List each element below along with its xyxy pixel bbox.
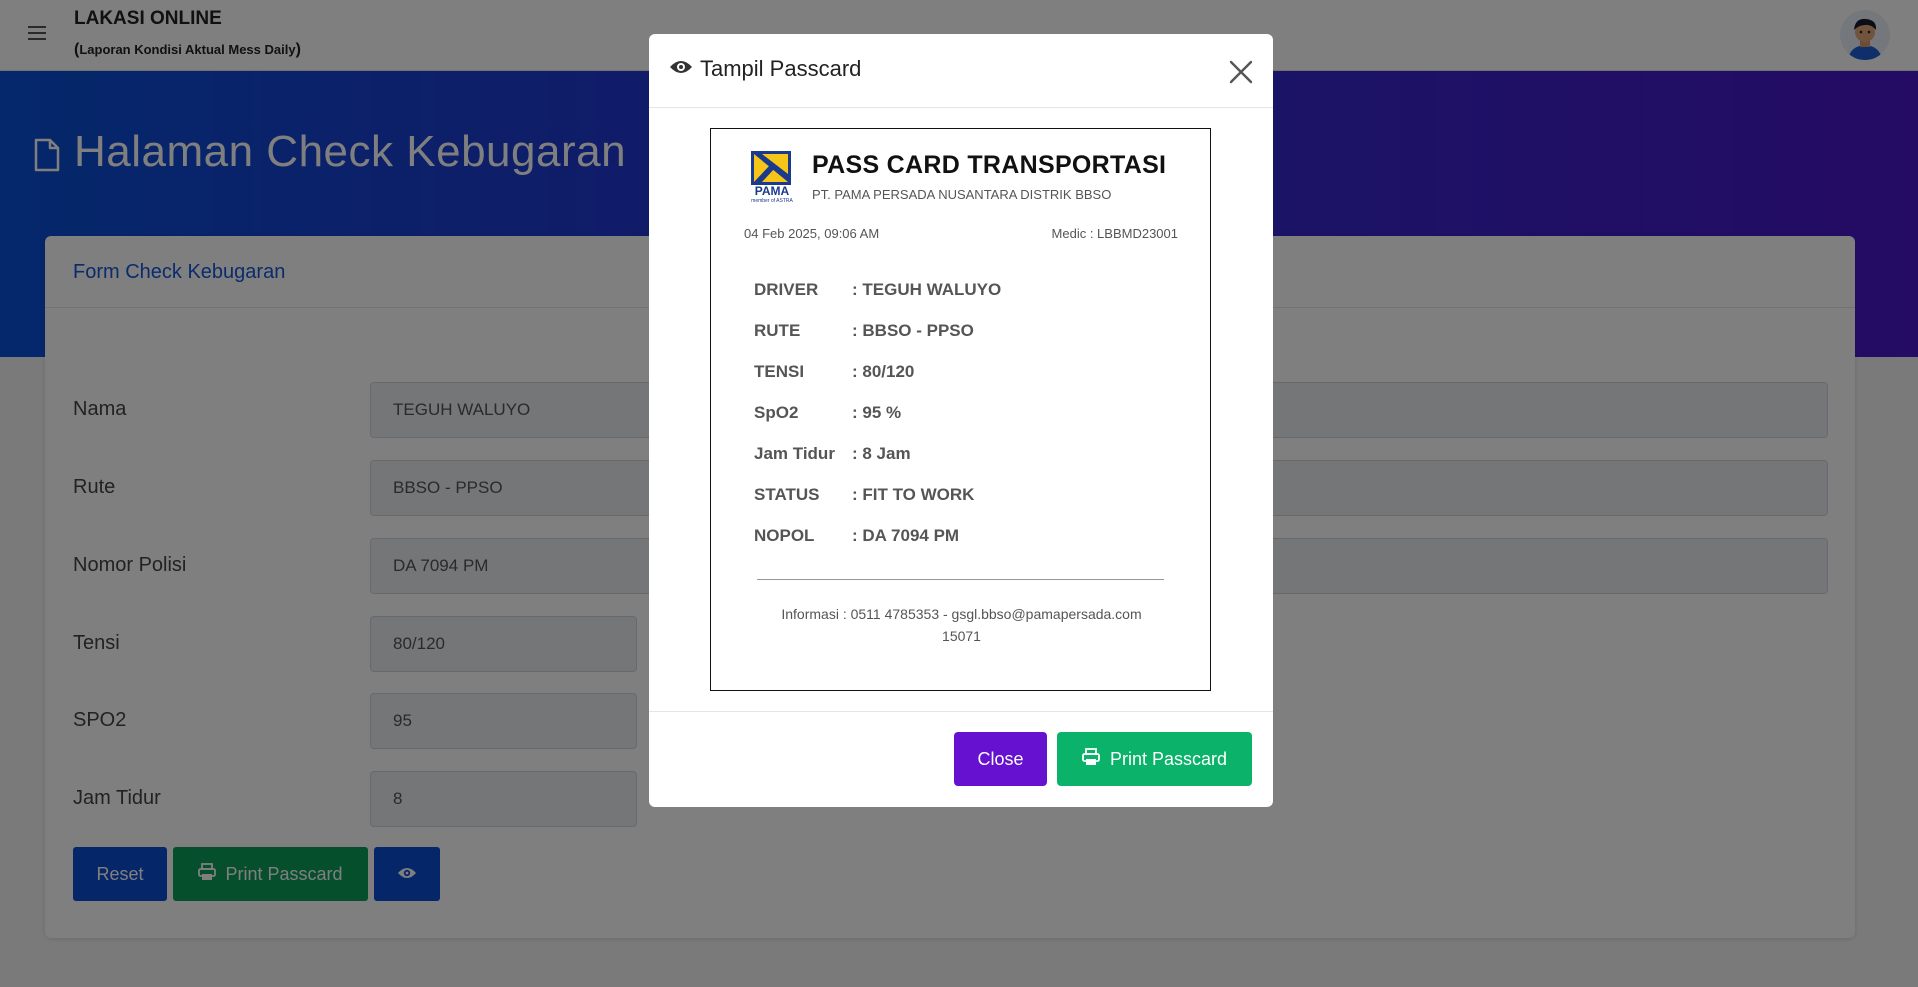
modal-print-passcard-button[interactable]: Print Passcard: [1057, 732, 1252, 786]
row-key: NOPOL: [754, 526, 815, 545]
row-key: Jam Tidur: [754, 444, 835, 463]
row-value: : BBSO - PPSO: [852, 321, 974, 340]
printer-icon: [1082, 747, 1100, 771]
modal-header: Tampil Passcard: [649, 34, 1273, 108]
row-key: TENSI: [754, 362, 805, 381]
close-button-label: Close: [977, 748, 1024, 769]
row-value: : 80/120: [852, 362, 915, 381]
close-icon[interactable]: [1228, 59, 1254, 85]
row-value: : TEGUH WALUYO: [852, 280, 1002, 299]
row-value: : 95 %: [852, 403, 902, 422]
medic-id: Medic : LBBMD23001: [1051, 226, 1178, 241]
row-key: STATUS: [754, 485, 820, 504]
row-value: : DA 7094 PM: [852, 526, 960, 545]
passcard-divider: [757, 579, 1164, 580]
logo-text: PAMA: [754, 184, 790, 198]
row-value: : FIT TO WORK: [852, 485, 975, 504]
info-line: 15071: [942, 628, 981, 644]
company-name: PT. PAMA PERSADA NUSANTARA DISTRIK BBSO: [812, 187, 1112, 202]
eye-icon: [669, 59, 693, 80]
logo-subtext: member of ASTRA: [751, 198, 793, 204]
modal-title: Tampil Passcard: [700, 56, 862, 81]
close-button[interactable]: Close: [954, 732, 1047, 786]
row-key: RUTE: [754, 321, 801, 340]
passcard-info: Informasi : 0511 4785353 - gsgl.bbso@pam…: [711, 603, 1212, 647]
passcard: PAMA member of ASTRA PASS CARD TRANSPORT…: [710, 128, 1211, 691]
row-key: SpO2: [754, 403, 799, 422]
modal-print-passcard-label: Print Passcard: [1109, 748, 1228, 769]
passcard-title: PASS CARD TRANSPORTASI: [812, 151, 1167, 179]
row-key: DRIVER: [754, 280, 819, 299]
passcard-datetime: 04 Feb 2025, 09:06 AM: [744, 226, 880, 241]
row-value: : 8 Jam: [852, 444, 911, 463]
passcard-modal: Tampil Passcard PAMA member of ASTRA PAS…: [649, 34, 1273, 807]
modal-footer: Close Print Passcard: [649, 711, 1273, 807]
info-line: Informasi : 0511 4785353 - gsgl.bbso@pam…: [781, 606, 1142, 622]
